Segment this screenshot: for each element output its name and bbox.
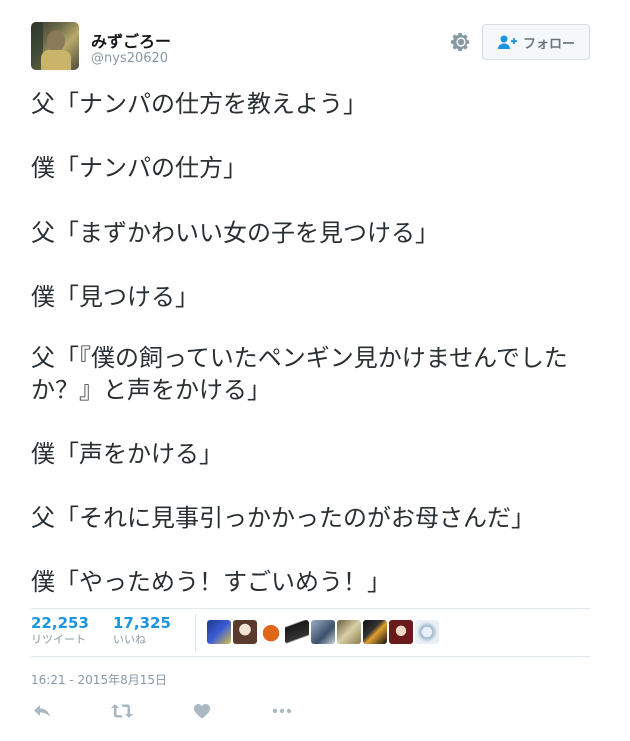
liker-avatar[interactable] <box>363 620 387 644</box>
reply-button[interactable] <box>31 700 53 722</box>
add-user-icon <box>497 35 517 49</box>
liker-avatar[interactable] <box>285 620 309 644</box>
gear-icon[interactable] <box>450 31 472 53</box>
like-count: 17,325 <box>113 614 171 632</box>
retweet-stat[interactable]: 22,253 リツイート <box>31 614 89 648</box>
heart-icon <box>194 704 210 719</box>
like-label: いいね <box>113 633 146 646</box>
like-button[interactable] <box>191 700 213 722</box>
tweet-line: 父「まずかわいい女の子を見つける」 <box>31 219 439 247</box>
liker-avatar[interactable] <box>233 620 257 644</box>
tweet-line: 父「それに見事引っかかったのがお母さんだ」 <box>31 504 535 532</box>
liker-avatar[interactable] <box>389 620 413 644</box>
tweet-line: 僕「ナンパの仕方」 <box>31 154 247 182</box>
timestamp[interactable]: 16:21 - 2015年8月15日 <box>31 671 167 688</box>
like-stat[interactable]: 17,325 いいね <box>113 614 171 648</box>
more-button[interactable] <box>271 700 293 722</box>
display-name[interactable]: みずごろー <box>91 28 171 52</box>
liker-avatar[interactable] <box>311 620 335 644</box>
tweet-line: 僕「声をかける」 <box>31 440 223 468</box>
tweet-header: みずごろー @nys20620 フォロー <box>31 22 596 74</box>
tweet-line: 父「ナンパの仕方を教えよう」 <box>31 90 367 118</box>
liker-avatar[interactable] <box>337 620 361 644</box>
screen-name[interactable]: @nys20620 <box>91 51 168 66</box>
retweet-label: リツイート <box>31 633 86 646</box>
liker-avatar[interactable] <box>207 620 231 644</box>
divider <box>31 656 591 657</box>
tweet-actions <box>31 700 331 724</box>
follow-button-label: フォロー <box>522 36 575 52</box>
tweet-line: 僕「やっためう！すごいめう！」 <box>31 568 391 596</box>
avatar[interactable] <box>31 22 79 70</box>
liker-avatar[interactable] <box>415 620 439 644</box>
more-icon <box>272 708 292 714</box>
reply-icon <box>34 705 50 717</box>
liker-avatars <box>207 620 439 644</box>
liker-avatar[interactable] <box>259 620 283 644</box>
tweet-line: 父「『僕の飼っていたペンギン見かけませんでしたか？』と声をかける」 <box>31 344 568 404</box>
tweet-stats: 22,253 リツイート 17,325 いいね <box>31 612 591 652</box>
follow-button[interactable]: フォロー <box>482 24 590 60</box>
tweet-line: 僕「見つける」 <box>31 283 199 311</box>
retweet-count: 22,253 <box>31 614 89 632</box>
retweet-icon <box>111 704 133 718</box>
stats-separator <box>195 614 196 652</box>
divider <box>31 608 591 609</box>
retweet-button[interactable] <box>111 700 133 722</box>
